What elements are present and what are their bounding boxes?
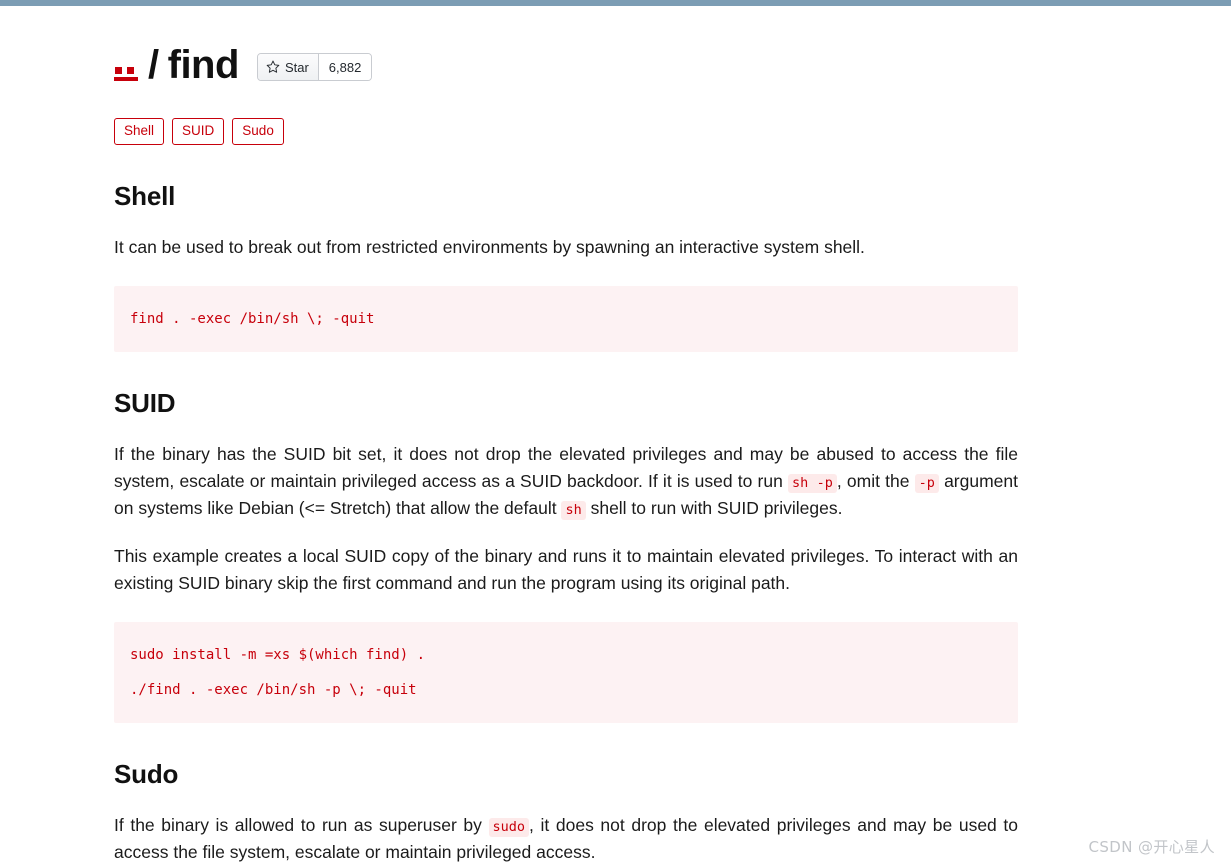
tag-suid[interactable]: SUID — [172, 118, 225, 145]
section-title-sudo: Sudo — [114, 758, 179, 789]
inline-code-sh: sh — [561, 500, 586, 520]
binary-name: find — [167, 42, 240, 87]
logo-dot-left — [115, 66, 122, 74]
text-fragment: If the binary is allowed to run as super… — [114, 814, 489, 835]
content-container: / find Star 6,882 Shell SUID Sudo Shell … — [114, 38, 1018, 865]
logo-underline-bar — [114, 76, 138, 81]
title-separator: / — [148, 42, 159, 87]
code-block-shell[interactable]: find . -exec /bin/sh \; -quit — [114, 286, 1018, 353]
page-body: / find Star 6,882 Shell SUID Sudo Shell … — [0, 6, 1231, 867]
star-button[interactable]: Star — [257, 54, 319, 80]
section-suid-paragraph-2: This example creates a local SUID copy o… — [114, 546, 1018, 593]
gtfobins-logo-icon[interactable] — [114, 48, 140, 88]
tag-sudo[interactable]: Sudo — [232, 118, 284, 145]
text-fragment: , omit the — [836, 471, 915, 491]
section-suid-paragraph-1: If the binary has the SUID bit set, it d… — [114, 441, 1018, 521]
site-header: / find Star 6,882 — [114, 38, 1018, 92]
text-fragment: shell to run with SUID privileges. — [585, 497, 843, 518]
star-count: 6,882 — [318, 54, 372, 80]
section-title-suid: SUID — [114, 388, 176, 419]
code-line: find . -exec /bin/sh \; -quit — [130, 311, 375, 328]
inline-code-dash-p: -p — [914, 474, 939, 493]
code-block-suid[interactable]: sudo install -m =xs $(which find) . ./fin… — [114, 622, 1018, 723]
star-icon — [266, 60, 280, 74]
code-line: sudo install -m =xs $(which find) . — [130, 647, 426, 664]
github-star-widget[interactable]: Star 6,882 — [256, 53, 373, 81]
inline-code-sudo: sudo — [488, 817, 530, 837]
page-title: / find — [114, 43, 239, 88]
logo-dot-right — [127, 66, 134, 74]
tag-shell[interactable]: Shell — [114, 118, 165, 145]
star-button-label: Star — [284, 59, 309, 75]
code-line: ./find . -exec /bin/sh -p \; -quit — [130, 681, 417, 698]
tag-list: Shell SUID Sudo — [114, 118, 1018, 145]
section-title-shell: Shell — [114, 180, 176, 211]
csdn-watermark: CSDN @开心星人 — [1088, 838, 1215, 856]
section-shell-paragraph: It can be used to break out from restric… — [114, 236, 865, 257]
section-sudo-paragraph-1: If the binary is allowed to run as super… — [114, 812, 1018, 865]
inline-code-sh-p: sh -p — [787, 474, 837, 493]
